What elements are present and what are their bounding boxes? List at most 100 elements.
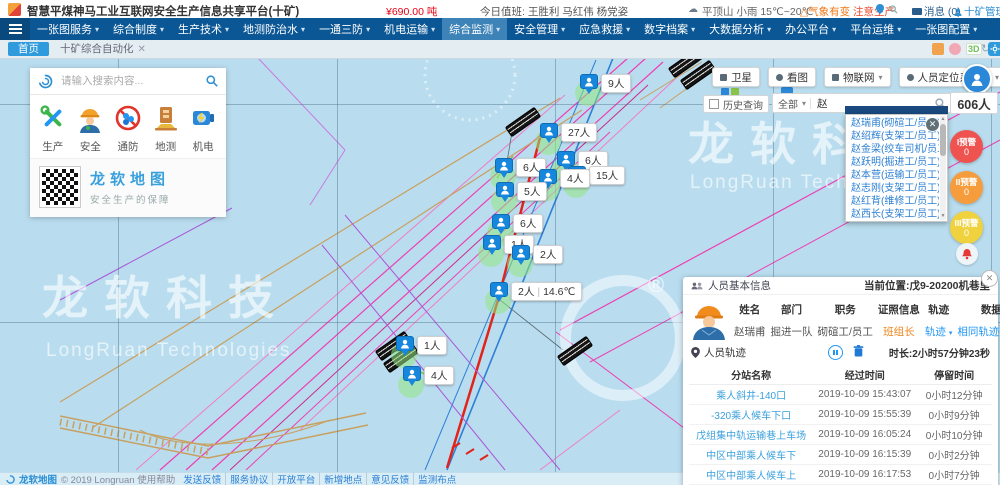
nav-item-2[interactable]: 生产技术▾ bbox=[171, 18, 236, 40]
footer-link[interactable]: 新增地点 bbox=[319, 472, 366, 485]
station-link[interactable]: 中区中部乘人候车下 bbox=[689, 445, 813, 465]
nav-item-13[interactable]: 一张图配置▾ bbox=[908, 18, 984, 40]
nav-item-0[interactable]: 一张图服务▾ bbox=[30, 18, 106, 40]
alert-badge-2[interactable]: II预警0 bbox=[950, 171, 983, 204]
app-window: 龙软科技 LongRuan Technologies 龙软科技 LongRuan… bbox=[0, 0, 1000, 485]
main-nav: 一张图服务▾综合制度▾生产技术▾地测防治水▾一通三防▾机电运输▾综合监测▾安全管… bbox=[0, 18, 1000, 40]
category-机电[interactable]: 机电 bbox=[184, 103, 222, 154]
person-list-item[interactable]: 赵志刚(支架工/员工) bbox=[851, 182, 939, 195]
nav-item-9[interactable]: 数字档案▾ bbox=[637, 18, 702, 40]
tab-home[interactable]: 首页 bbox=[8, 42, 49, 56]
toolbar-button-2[interactable]: 物联网▾ bbox=[824, 67, 891, 87]
person-pin-icon[interactable] bbox=[580, 74, 598, 89]
marker-count-label: 6人 bbox=[513, 214, 543, 233]
search-input[interactable] bbox=[59, 74, 200, 88]
scroll-down-icon[interactable]: ▼ bbox=[940, 213, 946, 220]
station-link[interactable]: 戊组集中轨运输巷上车场 bbox=[689, 425, 813, 445]
toolbar-button-1[interactable]: 看图 bbox=[768, 67, 816, 87]
dropdown-selected-strip[interactable] bbox=[845, 106, 948, 114]
basemap-icon bbox=[776, 74, 783, 81]
footer-link[interactable]: 监测布点 bbox=[413, 472, 460, 485]
track-table-header: 经过时间 bbox=[813, 365, 916, 385]
person-pin-icon[interactable] bbox=[483, 235, 501, 250]
nav-item-10[interactable]: 大数据分析▾ bbox=[702, 18, 778, 40]
person-pin-icon[interactable] bbox=[557, 151, 575, 166]
settings-gear-icon[interactable] bbox=[988, 42, 1000, 56]
category-安全[interactable]: 安全 bbox=[72, 103, 110, 154]
user-menu[interactable]: 十矿管理员 ▾ bbox=[954, 4, 1000, 19]
station-link[interactable]: 乘人斜井-140口 bbox=[689, 385, 813, 405]
pause-playback-button[interactable] bbox=[828, 345, 843, 360]
footer-link[interactable]: 发送反馈 bbox=[179, 472, 225, 485]
people-count-badge[interactable]: 606人 bbox=[950, 92, 998, 114]
alert-badge-1[interactable]: I预警0 bbox=[950, 130, 983, 163]
chevron-down-icon: ▾ bbox=[160, 25, 164, 34]
person-pin-icon[interactable] bbox=[492, 214, 510, 229]
person-pin-icon[interactable] bbox=[540, 123, 558, 138]
field-certificate: 证照信息班组长 bbox=[878, 300, 920, 340]
alarm-bell-icon[interactable] bbox=[956, 243, 978, 265]
longruan-logo-icon bbox=[6, 475, 15, 484]
person-pin-icon[interactable] bbox=[396, 336, 414, 351]
alert-badge-3[interactable]: III预警0 bbox=[950, 211, 983, 244]
footer-link[interactable]: 意见反馈 bbox=[366, 472, 413, 485]
person-list-item[interactable]: 赵绍辉(支架工/员工) bbox=[851, 130, 939, 143]
footer-link[interactable]: 服务协议 bbox=[225, 472, 272, 485]
certificate-link[interactable]: 班组长 bbox=[883, 324, 915, 339]
person-pin-icon[interactable] bbox=[490, 282, 508, 297]
delete-track-icon[interactable] bbox=[853, 345, 864, 360]
panel-close-icon[interactable]: ✕ bbox=[981, 270, 998, 287]
survey-icon bbox=[151, 103, 181, 136]
scrollbar[interactable]: ▲ ▼ bbox=[940, 116, 946, 220]
field-analysis: 数据分析相同轨迹当前分站 bbox=[957, 300, 1000, 340]
nav-item-6[interactable]: 综合监测▾ bbox=[442, 18, 507, 40]
scroll-up-icon[interactable]: ▲ bbox=[940, 116, 946, 123]
person-list-item[interactable]: 赵金梁(绞车司机/员工) bbox=[851, 143, 939, 156]
station-link[interactable]: -320乘人候车下口 bbox=[689, 405, 813, 425]
category-通防[interactable]: 通防 bbox=[109, 103, 147, 154]
station-link[interactable]: 中区中部乘人候车上 bbox=[689, 465, 813, 485]
person-pin-icon[interactable] bbox=[512, 245, 530, 260]
dropdown-close-icon[interactable]: ✕ bbox=[925, 117, 940, 132]
location-pin-icon[interactable] bbox=[876, 4, 900, 16]
alert-badge-label: III预警 bbox=[950, 218, 983, 228]
category-地测[interactable]: 地测 bbox=[147, 103, 185, 154]
nav-item-5[interactable]: 机电运输▾ bbox=[377, 18, 442, 40]
threed-toggle[interactable]: 3D bbox=[966, 43, 982, 55]
nav-item-12[interactable]: 平台运维▾ bbox=[843, 18, 908, 40]
tab-current[interactable]: 十矿综合自动化✕ bbox=[60, 42, 146, 56]
scrollbar-thumb[interactable] bbox=[940, 124, 946, 156]
nav-item-1[interactable]: 综合制度▾ bbox=[106, 18, 171, 40]
marker-toggle-icon[interactable] bbox=[949, 43, 961, 55]
person-list-item[interactable]: 赵跃明(掘进工/员工) bbox=[851, 156, 939, 169]
toolbar-button-0[interactable]: 卫星 bbox=[712, 67, 760, 87]
person-pin-icon[interactable] bbox=[495, 158, 513, 173]
person-pin-icon[interactable] bbox=[496, 182, 514, 197]
search-icon[interactable] bbox=[206, 75, 218, 87]
nav-item-11[interactable]: 办公平台▾ bbox=[778, 18, 843, 40]
nav-item-7[interactable]: 安全管理▾ bbox=[507, 18, 572, 40]
tab-close-icon[interactable]: ✕ bbox=[138, 44, 146, 55]
nav-item-label: 综合制度 bbox=[113, 21, 157, 37]
legend-icon[interactable] bbox=[932, 43, 944, 55]
category-生产[interactable]: 生产 bbox=[34, 103, 72, 154]
weather-info: 平顶山 小雨 15℃~20℃ bbox=[702, 4, 813, 19]
nav-item-4[interactable]: 一通三防▾ bbox=[312, 18, 377, 40]
history-query-toggle[interactable]: 历史查询 bbox=[703, 95, 769, 113]
user-avatar-button[interactable] bbox=[962, 64, 992, 94]
filter-select[interactable]: 全部 bbox=[778, 96, 798, 111]
footer-link[interactable]: 开放平台 bbox=[272, 472, 319, 485]
person-list-item[interactable]: 赵西长(支架工/员工) bbox=[851, 208, 939, 221]
chevron-down-icon: ▾ bbox=[431, 25, 435, 34]
person-list-item[interactable]: 赵红背(维修工/员工) bbox=[851, 195, 939, 208]
nav-item-8[interactable]: 应急救援▾ bbox=[572, 18, 637, 40]
person-pin-icon[interactable] bbox=[403, 366, 421, 381]
same-track-link[interactable]: 相同轨迹 bbox=[957, 324, 999, 339]
chevron-down-icon: ▾ bbox=[561, 25, 565, 34]
checkbox-icon[interactable] bbox=[709, 99, 719, 109]
menu-hamburger-icon[interactable] bbox=[0, 18, 30, 40]
nav-item-3[interactable]: 地测防治水▾ bbox=[236, 18, 312, 40]
nav-item-label: 一张图配置 bbox=[915, 21, 970, 37]
track-dropdown[interactable]: 轨迹 ▾ bbox=[925, 324, 952, 339]
person-list-item[interactable]: 赵本营(运输工/员工) bbox=[851, 169, 939, 182]
